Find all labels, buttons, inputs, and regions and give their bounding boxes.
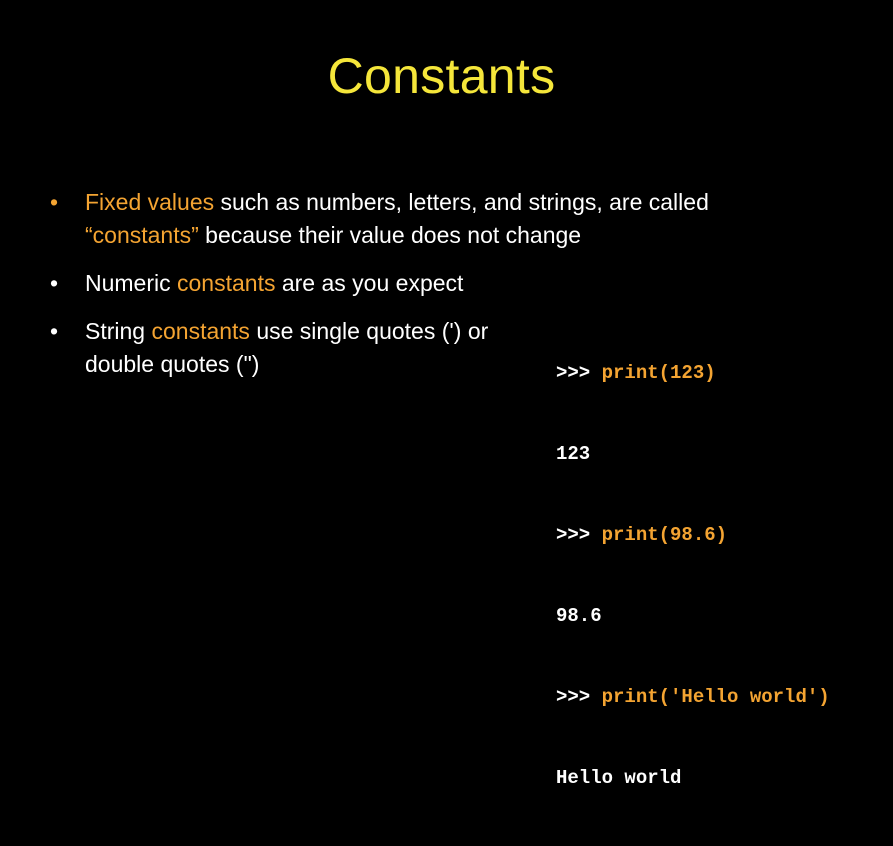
bullet-point-icon: • — [50, 270, 59, 296]
code-input-line: >>> print(98.6) — [556, 522, 830, 549]
code-statement: print('Hello world') — [601, 686, 830, 708]
bullet-point-icon: • — [50, 189, 59, 215]
bullet-text: are as you expect — [275, 270, 464, 296]
bullet-item-fixed-values: • Fixed values such as numbers, letters,… — [50, 186, 830, 252]
code-input-line: >>> print(123) — [556, 360, 830, 387]
code-input-line: >>> print('Hello world') — [556, 684, 830, 711]
code-output-line: 98.6 — [556, 605, 602, 627]
bullet-highlight: constants — [177, 270, 276, 296]
code-prompt: >>> — [556, 362, 602, 384]
code-output-line: Hello world — [556, 767, 682, 789]
code-prompt: >>> — [556, 524, 602, 546]
code-output-line: 123 — [556, 443, 591, 465]
bullet-text: Numeric — [85, 270, 178, 296]
code-statement: print(98.6) — [601, 524, 728, 546]
code-prompt: >>> — [556, 686, 602, 708]
bullet-text: String — [85, 318, 152, 344]
bullet-highlight: constants — [151, 318, 250, 344]
python-code-sample: >>> print(123) 123 >>> print(98.6) 98.6 … — [556, 306, 830, 846]
bullet-item-string-constants: • String constants use single quotes (')… — [50, 315, 545, 381]
bullet-text: such as numbers, letters, and strings, a… — [214, 189, 709, 215]
bullet-highlight: Fixed values — [85, 189, 215, 215]
bullet-text: because their value does not change — [198, 222, 582, 248]
code-statement: print(123) — [601, 362, 716, 384]
slide-title: Constants — [327, 48, 556, 104]
bullet-item-numeric-constants: • Numeric constants are as you expect — [50, 267, 830, 300]
bullet-point-icon: • — [50, 318, 59, 344]
bullet-highlight: “constants” — [85, 222, 199, 248]
